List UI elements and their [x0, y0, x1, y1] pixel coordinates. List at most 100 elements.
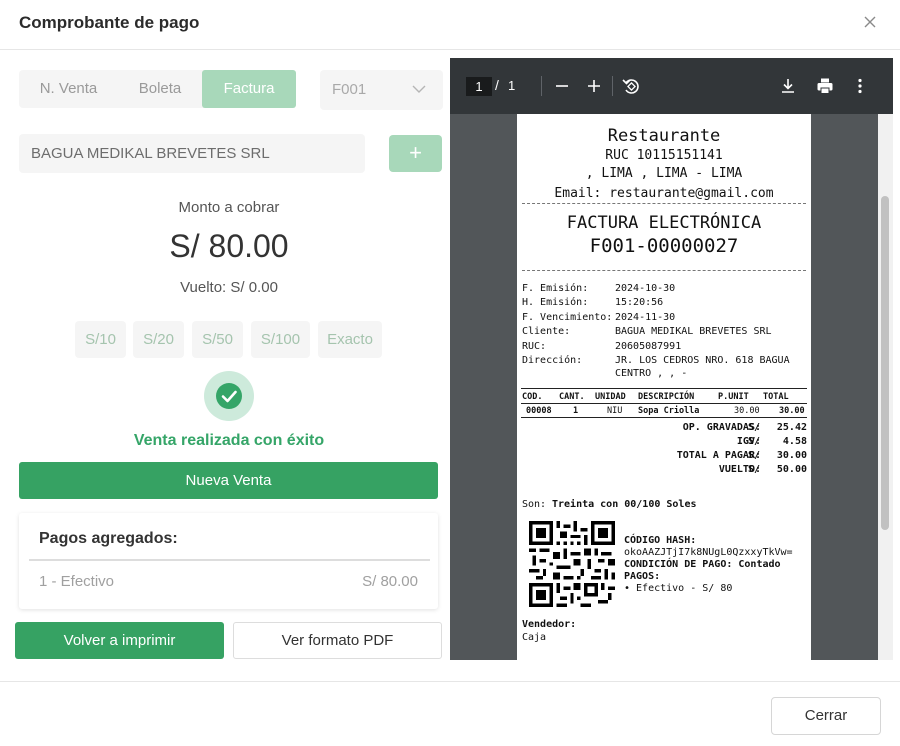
info-label: F. Emisión: [522, 283, 589, 294]
serie-select[interactable]: F001 [320, 70, 443, 110]
pdf-viewer: 1 / 1 Restaurante RUC 10115151141 , LIMA… [450, 58, 893, 660]
divider [522, 270, 806, 271]
doc-type-boleta[interactable]: Boleta [118, 70, 202, 108]
col-header: P.UNIT [718, 392, 749, 402]
divider [521, 403, 807, 404]
seller-label: Vendedor: [522, 619, 577, 630]
receipt-email: Email: restaurante@gmail.com [554, 186, 774, 201]
page-input[interactable]: 1 [466, 77, 492, 96]
info-value: BAGUA MEDIKAL BREVETES SRL [615, 326, 772, 337]
divider [522, 203, 806, 204]
item-total: 30.00 [779, 406, 805, 416]
son-label: Son: [522, 499, 547, 510]
payment-condition: CONDICIÓN DE PAGO: Contado [624, 559, 781, 570]
col-header: CANT. [559, 392, 585, 402]
total-currency: S/ [748, 436, 761, 447]
reprint-button[interactable]: Volver a imprimir [15, 622, 224, 659]
close-button[interactable]: Cerrar [771, 697, 881, 735]
info-label: RUC: [522, 341, 547, 352]
receipt-address: , LIMA , LIMA - LIMA [585, 166, 743, 181]
item-unit: NIU [607, 406, 623, 416]
seller-value: Caja [522, 632, 547, 643]
info-value: 2024-11-30 [615, 312, 676, 323]
qr-code [529, 521, 615, 607]
amount-label: Monto a cobrar [178, 199, 280, 216]
success-badge [204, 371, 254, 421]
divider [521, 417, 807, 418]
change-value: Vuelto: S/ 0.00 [180, 279, 278, 296]
download-icon[interactable] [777, 75, 799, 97]
add-client-button[interactable]: + [389, 135, 442, 172]
payments-title: Pagos agregados: [39, 530, 178, 547]
view-pdf-button[interactable]: Ver formato PDF [233, 622, 442, 659]
info-label: Dirección: [522, 355, 583, 366]
item-price: 30.00 [734, 406, 760, 416]
zoom-in-icon[interactable] [583, 75, 605, 97]
amount-value: S/ 80.00 [169, 228, 289, 264]
zoom-out-icon[interactable] [551, 75, 573, 97]
rotate-icon[interactable] [620, 75, 642, 97]
quick-amount-100[interactable]: S/100 [251, 321, 310, 358]
info-label: H. Emisión: [522, 297, 589, 308]
payment-line: • Efectivo - S/ 80 [624, 583, 733, 594]
info-label: F. Vencimiento: [522, 312, 613, 323]
divider [521, 388, 807, 389]
more-icon[interactable] [849, 75, 871, 97]
modal-footer-divider [0, 681, 900, 682]
total-currency: S/ [748, 464, 761, 475]
toolbar-divider [612, 76, 613, 96]
modal-title: Comprobante de pago [19, 13, 200, 32]
payment-method: 1 - Efectivo [39, 573, 115, 590]
col-header: DESCRIPCIÓN [638, 392, 695, 402]
chevron-down-icon [412, 85, 426, 93]
info-value: CENTRO , , - [615, 368, 688, 379]
receipt-business: Restaurante [607, 126, 721, 146]
item-desc: Sopa Criolla [638, 406, 700, 416]
new-sale-button[interactable]: Nueva Venta [19, 462, 438, 499]
modal-header: Comprobante de pago [0, 0, 900, 50]
page-total: 1 [508, 78, 516, 93]
hash-label: CÓDIGO HASH: [624, 535, 697, 546]
item-cod: 00008 [526, 406, 552, 416]
page-separator: / [495, 77, 499, 93]
total-value: 25.42 [776, 422, 807, 433]
check-icon [216, 383, 242, 409]
success-message: Venta realizada con éxito [133, 432, 325, 449]
info-value: 20605087991 [615, 341, 682, 352]
col-header: COD. [522, 392, 543, 402]
total-value: 30.00 [776, 450, 807, 461]
info-value: 15:20:56 [615, 297, 664, 308]
total-currency: S/ [748, 450, 761, 461]
toolbar-divider [541, 76, 542, 96]
total-currency: S/ [748, 422, 761, 433]
quick-amount-exact[interactable]: Exacto [318, 321, 382, 358]
receipt-doc-title: FACTURA ELECTRÓNICA [566, 213, 762, 233]
info-label: Cliente: [522, 326, 571, 337]
col-header: UNIDAD [595, 392, 626, 402]
doc-type-factura[interactable]: Factura [202, 70, 296, 108]
pdf-toolbar: 1 / 1 [450, 58, 893, 114]
print-icon[interactable] [814, 75, 836, 97]
col-header: TOTAL [763, 392, 789, 402]
payments-label: PAGOS: [624, 571, 661, 582]
payment-amount: S/ 80.00 [362, 573, 418, 590]
receipt-doc-number: F001-00000027 [589, 235, 739, 257]
scrollbar-thumb[interactable] [881, 196, 889, 530]
serie-value: F001 [332, 81, 367, 98]
doc-type-nventa[interactable]: N. Venta [19, 70, 118, 108]
pdf-scrollbar[interactable] [878, 114, 893, 660]
quick-amount-20[interactable]: S/20 [133, 321, 184, 358]
close-icon[interactable] [860, 12, 880, 32]
client-value: BAGUA MEDIKAL BREVETES SRL [31, 145, 270, 162]
quick-amount-50[interactable]: S/50 [192, 321, 243, 358]
receipt-page: Restaurante RUC 10115151141 , LIMA , LIM… [517, 114, 811, 660]
doc-type-selector: N. Venta Boleta Factura [19, 70, 296, 108]
divider [29, 559, 430, 561]
total-value: 50.00 [776, 464, 807, 475]
quick-amount-10[interactable]: S/10 [75, 321, 126, 358]
son-value: Treinta con 00/100 Soles [552, 499, 697, 510]
info-value: JR. LOS CEDROS NRO. 618 BAGUA [615, 355, 790, 366]
client-field[interactable]: BAGUA MEDIKAL BREVETES SRL [19, 134, 365, 173]
item-cant: 1 [573, 406, 579, 416]
hash-value: okoAAZJTjI7k8NUgL0QzxxyTkVw= [624, 547, 793, 558]
